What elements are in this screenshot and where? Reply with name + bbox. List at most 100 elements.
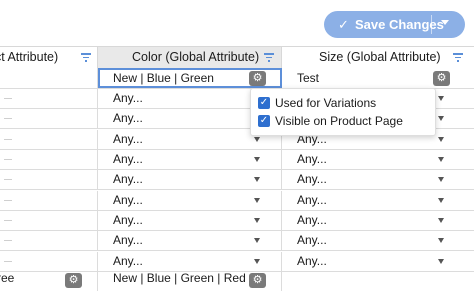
attribute-options-popover: ✓ Used for Variations ✓ Visible on Produ…: [250, 88, 436, 136]
table-row: Any... Any...: [0, 190, 474, 211]
empty-dash: [4, 260, 12, 262]
size-cell[interactable]: Any...: [282, 170, 474, 189]
dropdown-arrow-icon[interactable]: [438, 136, 444, 142]
color-value: Any...: [113, 233, 143, 248]
size-cell[interactable]: [282, 272, 474, 291]
color-value: Any...: [113, 172, 143, 187]
size-cell[interactable]: Any...: [282, 231, 474, 250]
checkbox-checked-icon[interactable]: ✓: [258, 115, 270, 127]
product-attribute-value: ree: [0, 271, 15, 285]
product-attribute-cell[interactable]: [0, 190, 98, 210]
product-attribute-cell[interactable]: [0, 231, 98, 251]
empty-dash: [4, 138, 12, 140]
product-attribute-cell[interactable]: [0, 251, 98, 271]
table-row: Any... Any...: [0, 231, 474, 252]
size-value: Any...: [297, 192, 327, 207]
product-attribute-cell[interactable]: [0, 109, 98, 129]
color-cell[interactable]: Any...: [98, 150, 282, 169]
check-icon: ✓: [338, 17, 349, 32]
product-attribute-cell[interactable]: [0, 129, 98, 149]
color-cell[interactable]: Any...: [98, 211, 282, 230]
column-header-label: Color (Global Attribute): [132, 50, 260, 64]
filter-icon[interactable]: [81, 53, 91, 62]
color-value: Any...: [113, 91, 143, 105]
dropdown-arrow-icon[interactable]: [438, 157, 444, 162]
color-value: Any...: [113, 253, 143, 268]
column-header-size[interactable]: Size (Global Attribute): [282, 47, 474, 68]
dropdown-arrow-icon[interactable]: [438, 116, 444, 122]
gear-icon[interactable]: ⚙: [65, 273, 82, 288]
empty-dash: [4, 240, 12, 242]
button-separator: [431, 15, 432, 34]
dropdown-arrow-icon[interactable]: [254, 258, 260, 264]
size-cell[interactable]: Any...: [282, 191, 474, 210]
product-attribute-cell[interactable]: [0, 89, 98, 108]
color-value: New | Blue | Green | Red: [113, 271, 246, 285]
dropdown-arrow-icon[interactable]: [438, 177, 444, 183]
filter-icon[interactable]: [264, 53, 274, 62]
empty-dash: [4, 159, 12, 160]
color-value: Any...: [113, 111, 143, 126]
dropdown-arrow-icon[interactable]: [438, 218, 444, 223]
size-cell[interactable]: Any...: [282, 150, 474, 169]
color-edit-cell[interactable]: New | Blue | Green ⚙: [98, 68, 282, 88]
table-row: Any... Any...: [0, 170, 474, 191]
gear-icon[interactable]: ⚙: [249, 273, 266, 288]
product-attribute-cell[interactable]: [0, 150, 98, 169]
dropdown-arrow-icon[interactable]: [438, 258, 444, 264]
gear-icon[interactable]: ⚙: [433, 71, 450, 86]
size-cell[interactable]: Any...: [282, 211, 474, 230]
size-value: Any...: [297, 213, 327, 227]
chevron-down-icon[interactable]: [441, 20, 449, 25]
product-attribute-cell[interactable]: ree ⚙: [0, 271, 98, 291]
dropdown-arrow-icon[interactable]: [254, 136, 260, 142]
product-attribute-cell[interactable]: [0, 170, 98, 190]
product-attribute-cell[interactable]: [0, 211, 98, 230]
column-header-product-attribute[interactable]: uct Attribute): [0, 47, 98, 68]
color-value: Any...: [113, 192, 143, 207]
table-row: Any... Any...: [0, 150, 474, 170]
dropdown-arrow-icon[interactable]: [254, 157, 260, 162]
filter-icon[interactable]: [453, 53, 463, 62]
gear-icon[interactable]: ⚙: [249, 71, 266, 86]
table-row: ree ⚙ New | Blue | Green | Red ⚙: [0, 271, 474, 291]
table-row: New | Blue | Green ⚙ Test ⚙: [0, 68, 474, 89]
column-header-label: uct Attribute): [0, 50, 59, 64]
dropdown-arrow-icon[interactable]: [254, 197, 260, 203]
size-value: Any...: [297, 233, 327, 248]
dropdown-arrow-icon[interactable]: [254, 238, 260, 244]
dropdown-arrow-icon[interactable]: [438, 238, 444, 244]
empty-dash: [4, 179, 12, 181]
table-row: Any... Any...: [0, 211, 474, 231]
size-cell[interactable]: Test ⚙: [282, 68, 474, 88]
color-cell[interactable]: Any...: [98, 170, 282, 190]
size-value: Any...: [297, 253, 327, 268]
visible-on-product-page-option[interactable]: ✓ Visible on Product Page: [258, 113, 433, 129]
size-value: Any...: [297, 172, 327, 187]
color-value: Any...: [113, 213, 143, 227]
color-cell[interactable]: Any...: [98, 251, 282, 271]
column-header-label: Size (Global Attribute): [319, 50, 441, 64]
empty-dash: [4, 220, 12, 221]
color-value: Any...: [113, 152, 143, 166]
dropdown-arrow-icon[interactable]: [254, 218, 260, 223]
option-label: Visible on Product Page: [275, 114, 403, 128]
toolbar: ✓ Save Changes: [0, 0, 474, 46]
header-row: uct Attribute) Color (Global Attribute) …: [0, 46, 474, 68]
column-header-color[interactable]: Color (Global Attribute): [98, 47, 282, 68]
size-value: Test: [297, 71, 320, 85]
color-cell[interactable]: New | Blue | Green | Red ⚙: [98, 271, 282, 291]
option-label: Used for Variations: [275, 96, 377, 110]
dropdown-arrow-icon[interactable]: [438, 96, 444, 101]
size-value: Any...: [297, 152, 327, 166]
checkbox-checked-icon[interactable]: ✓: [258, 97, 270, 109]
empty-dash: [4, 199, 12, 201]
save-changes-button[interactable]: ✓ Save Changes: [324, 11, 465, 38]
color-cell[interactable]: Any...: [98, 231, 282, 251]
color-cell[interactable]: Any...: [98, 190, 282, 210]
used-for-variations-option[interactable]: ✓ Used for Variations: [258, 95, 433, 111]
dropdown-arrow-icon[interactable]: [254, 177, 260, 183]
size-cell[interactable]: Any...: [282, 252, 474, 271]
dropdown-arrow-icon[interactable]: [438, 197, 444, 203]
product-attribute-cell[interactable]: [0, 68, 98, 88]
